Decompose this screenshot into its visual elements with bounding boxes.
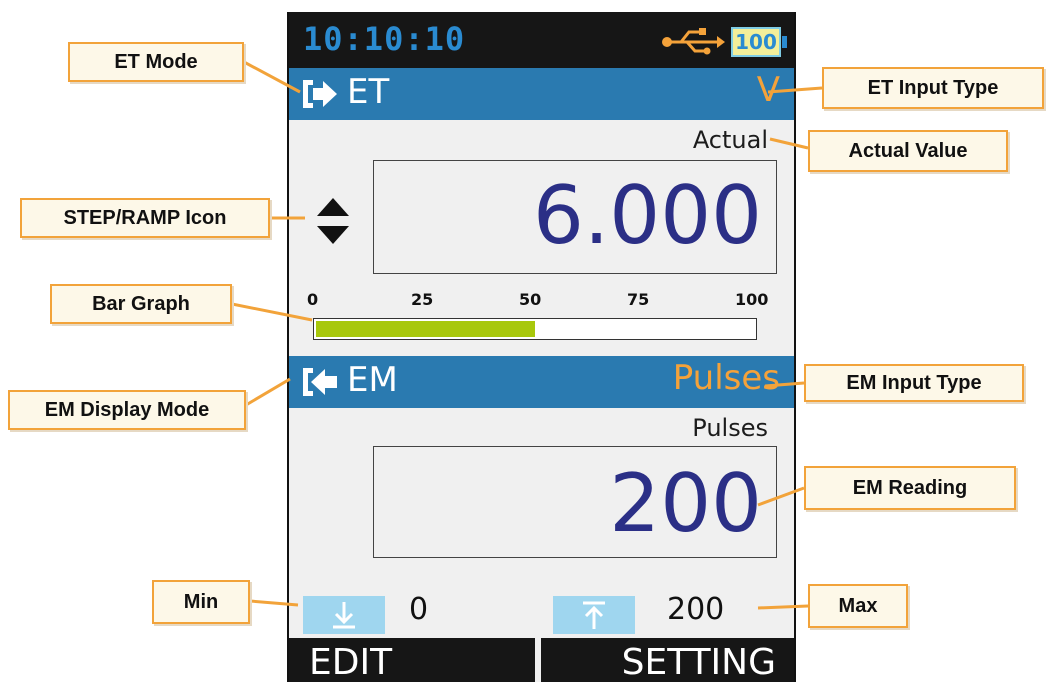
callout-em-display-mode: EM Display Mode: [8, 390, 246, 430]
callout-step-ramp-icon: STEP/RAMP Icon: [20, 198, 270, 238]
callout-min: Min: [152, 580, 250, 624]
callout-bar-graph: Bar Graph: [50, 284, 232, 324]
callout-em-input-type: EM Input Type: [804, 364, 1024, 402]
callout-et-input-type: ET Input Type: [822, 67, 1044, 109]
callout-em-reading: EM Reading: [804, 466, 1016, 510]
callout-et-mode: ET Mode: [68, 42, 244, 82]
callout-max: Max: [808, 584, 908, 628]
callout-actual-value: Actual Value: [808, 130, 1008, 172]
